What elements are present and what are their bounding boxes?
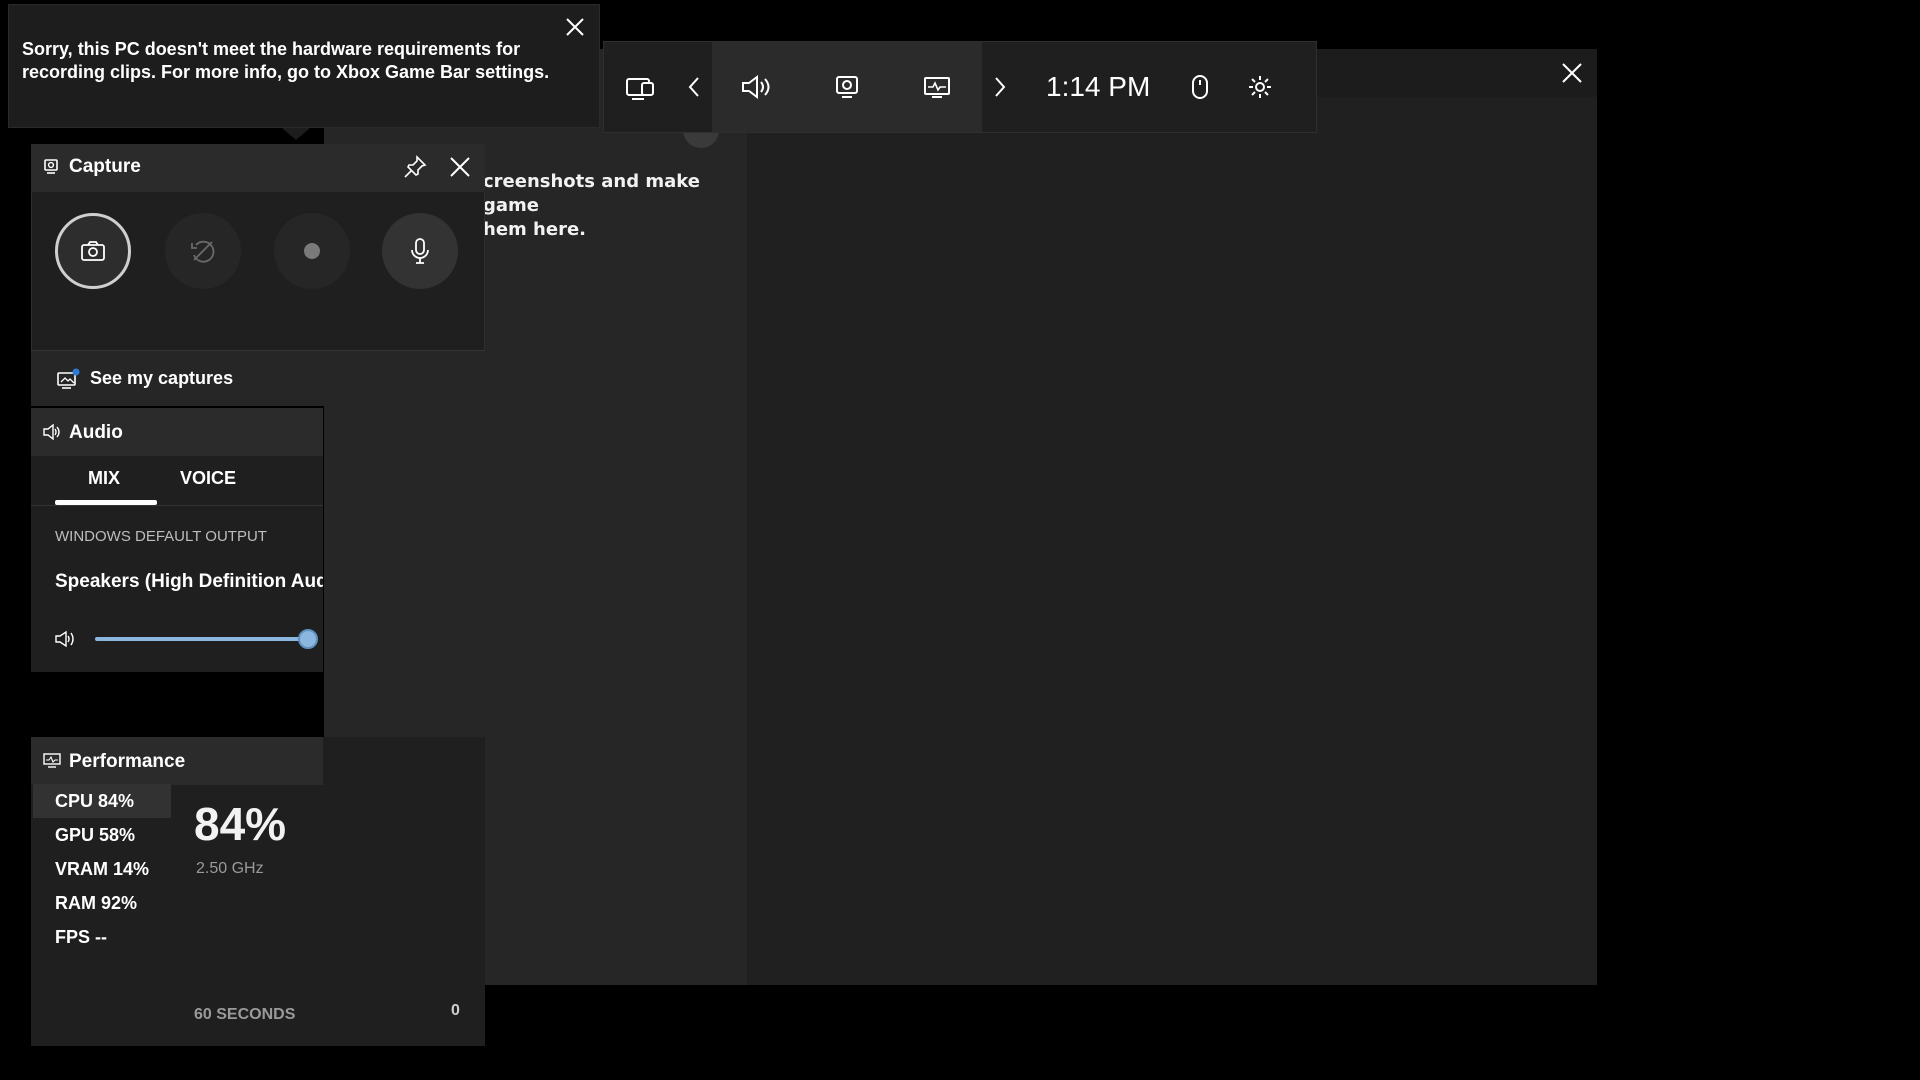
pin-icon[interactable] bbox=[402, 154, 430, 182]
audio-title: Audio bbox=[69, 422, 123, 443]
volume-icon bbox=[43, 424, 61, 440]
mouse-icon[interactable] bbox=[1170, 42, 1230, 132]
clock: 1:14 PM bbox=[1046, 71, 1151, 102]
gear-icon[interactable] bbox=[1230, 42, 1290, 132]
record-last-button[interactable] bbox=[165, 213, 241, 289]
capture-icon[interactable] bbox=[802, 42, 892, 132]
metric-gpu[interactable]: GPU 58% bbox=[33, 818, 171, 852]
capture-title: Capture bbox=[69, 156, 141, 177]
capture-widget-icon bbox=[43, 158, 59, 176]
performance-icon bbox=[43, 753, 61, 769]
performance-metric-list: CPU 84% GPU 58% VRAM 14% RAM 92% FPS -- bbox=[33, 784, 171, 954]
speaker-icon[interactable] bbox=[55, 630, 77, 648]
tab-voice[interactable]: VOICE bbox=[180, 468, 236, 489]
graph-time-window: 60 SECONDS bbox=[194, 1006, 296, 1023]
output-device-name: Speakers (High Definition Audi bbox=[55, 571, 323, 592]
widget-group bbox=[712, 42, 982, 132]
metric-big-value: 84% bbox=[194, 798, 287, 850]
close-icon[interactable] bbox=[560, 12, 590, 42]
toast-pointer bbox=[282, 128, 310, 140]
performance-icon[interactable] bbox=[892, 42, 982, 132]
chevron-right-icon[interactable] bbox=[982, 42, 1018, 132]
game-bar-toolbar: 1:14 PM bbox=[603, 41, 1317, 133]
start-recording-button[interactable] bbox=[274, 213, 350, 289]
metric-ram[interactable]: RAM 92% bbox=[33, 886, 171, 920]
metric-vram[interactable]: VRAM 14% bbox=[33, 852, 171, 886]
see-my-captures-label: See my captures bbox=[90, 368, 234, 388]
screenshot-button[interactable] bbox=[55, 213, 131, 289]
volume-slider-track[interactable] bbox=[95, 637, 307, 641]
widget-menu-icon[interactable] bbox=[604, 42, 676, 132]
volume-slider-thumb[interactable] bbox=[298, 629, 318, 649]
close-icon[interactable] bbox=[1556, 57, 1588, 89]
toast-message: Sorry, this PC doesn't meet the hardware… bbox=[22, 39, 550, 82]
metric-fps[interactable]: FPS -- bbox=[33, 920, 171, 954]
microphone-button[interactable] bbox=[382, 213, 458, 289]
gallery-icon bbox=[56, 368, 80, 390]
performance-title: Performance bbox=[69, 751, 186, 772]
graph-axis-zero: 0 bbox=[451, 1002, 460, 1019]
metric-frequency: 2.50 GHz bbox=[196, 860, 264, 877]
metric-cpu[interactable]: CPU 84% bbox=[33, 784, 171, 818]
close-icon[interactable] bbox=[448, 155, 474, 181]
see-my-captures-link[interactable]: See my captures bbox=[31, 350, 485, 406]
volume-icon[interactable] bbox=[712, 42, 802, 132]
active-tab-indicator bbox=[55, 500, 157, 505]
gallery-empty-text: creenshots and make game hem here. bbox=[483, 171, 700, 240]
tab-mix[interactable]: MIX bbox=[88, 468, 120, 489]
output-section-label: WINDOWS DEFAULT OUTPUT bbox=[55, 528, 267, 545]
chevron-left-icon[interactable] bbox=[676, 42, 712, 132]
audio-tabs bbox=[31, 458, 323, 506]
